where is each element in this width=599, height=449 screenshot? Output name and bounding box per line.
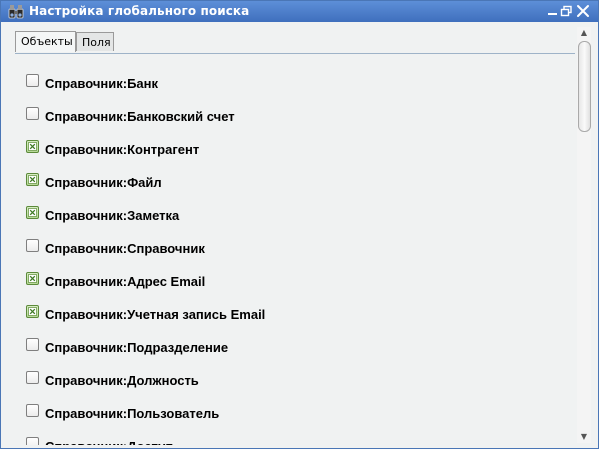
unchecked-checkbox[interactable] xyxy=(26,338,39,351)
list-item[interactable]: Справочник:Контрагент xyxy=(16,140,556,160)
scroll-down-icon[interactable]: ▼ xyxy=(577,431,591,443)
list-item[interactable]: Справочник:Файл xyxy=(16,173,556,193)
checked-checkbox[interactable] xyxy=(26,173,39,186)
checked-checkbox[interactable] xyxy=(26,305,39,318)
tab-strip: Объекты Поля xyxy=(15,31,575,54)
unchecked-checkbox[interactable] xyxy=(26,74,39,87)
global-search-settings-window: Настройка глобального поиска Объекты Пол… xyxy=(0,0,599,449)
list-item-label: Справочник:Банк xyxy=(45,76,159,91)
list-item-label: Справочник:Доступ xyxy=(45,439,173,445)
close-icon[interactable] xyxy=(575,3,591,19)
list-item-label: Справочник:Банковский счет xyxy=(45,109,235,124)
list-item[interactable]: Справочник:Банковский счет xyxy=(16,107,556,127)
x-mark-icon xyxy=(28,307,37,316)
list-item[interactable]: Справочник:Доступ xyxy=(16,437,556,445)
unchecked-checkbox[interactable] xyxy=(26,371,39,384)
checked-checkbox[interactable] xyxy=(26,206,39,219)
list-item[interactable]: Справочник:Пользователь xyxy=(16,404,556,424)
list-item[interactable]: Справочник:Заметка xyxy=(16,206,556,226)
unchecked-checkbox[interactable] xyxy=(26,404,39,417)
titlebar[interactable]: Настройка глобального поиска xyxy=(1,1,598,22)
list-item-label: Справочник:Должность xyxy=(45,373,199,388)
checked-checkbox[interactable] xyxy=(26,140,39,153)
list-item-label: Справочник:Пользователь xyxy=(45,406,220,421)
objects-list: Справочник:Банк Справочник:Банковский сче… xyxy=(16,61,576,445)
list-item-label: Справочник:Справочник xyxy=(45,241,205,256)
checked-checkbox[interactable] xyxy=(26,272,39,285)
list-item[interactable]: Справочник:Банк xyxy=(16,74,556,94)
dialog-body: Объекты Поля Справочник:Банк Справочник:Б… xyxy=(4,23,595,445)
minimize-icon[interactable] xyxy=(545,4,560,19)
list-item-label: Справочник:Файл xyxy=(45,175,162,190)
list-item-label: Справочник:Адрес Email xyxy=(45,274,206,289)
unchecked-checkbox[interactable] xyxy=(26,107,39,120)
restore-icon[interactable] xyxy=(559,4,574,19)
x-mark-icon xyxy=(28,274,37,283)
tab-objects[interactable]: Объекты xyxy=(15,31,76,52)
x-mark-icon xyxy=(28,175,37,184)
x-mark-icon xyxy=(28,208,37,217)
vertical-scrollbar[interactable]: ▲ ▼ xyxy=(577,27,591,443)
scrollbar-thumb[interactable] xyxy=(578,41,591,132)
list-item-label: Справочник:Контрагент xyxy=(45,142,200,157)
unchecked-checkbox[interactable] xyxy=(26,437,39,445)
unchecked-checkbox[interactable] xyxy=(26,239,39,252)
tab-fields[interactable]: Поля xyxy=(76,32,114,51)
list-item-label: Справочник:Заметка xyxy=(45,208,180,223)
list-item-label: Справочник:Подразделение xyxy=(45,340,229,355)
list-item[interactable]: Справочник:Подразделение xyxy=(16,338,556,358)
scroll-up-icon[interactable]: ▲ xyxy=(577,27,591,39)
binoculars-icon xyxy=(8,5,24,19)
list-item-label: Справочник:Учетная запись Email xyxy=(45,307,266,322)
window-title: Настройка глобального поиска xyxy=(29,4,250,18)
list-item[interactable]: Справочник:Должность xyxy=(16,371,556,391)
list-item[interactable]: Справочник:Адрес Email xyxy=(16,272,556,292)
x-mark-icon xyxy=(28,142,37,151)
list-item[interactable]: Справочник:Справочник xyxy=(16,239,556,259)
list-item[interactable]: Справочник:Учетная запись Email xyxy=(16,305,556,325)
